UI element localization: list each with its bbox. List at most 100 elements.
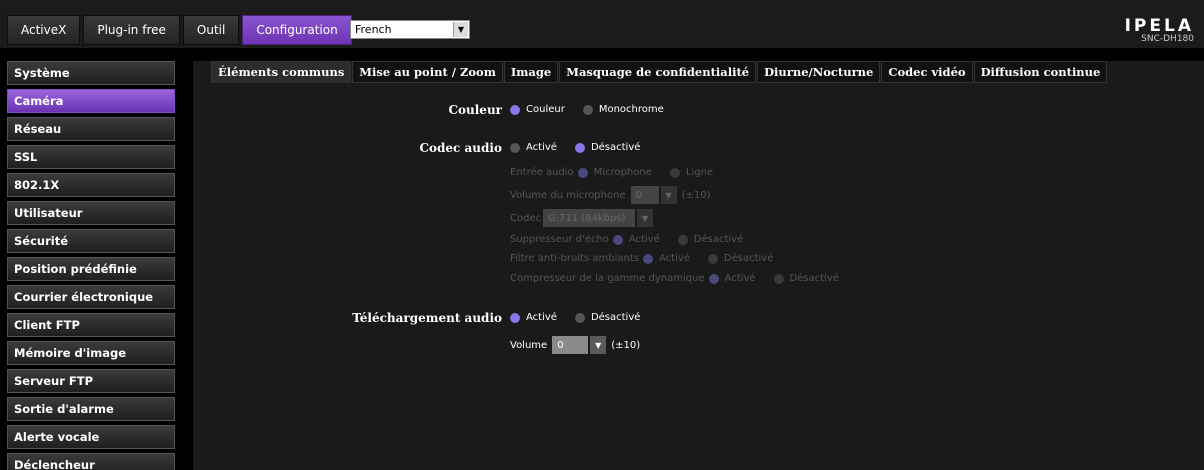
nav-plugin-free-button[interactable]: Plug-in free bbox=[83, 15, 180, 45]
filtre-desactive-label: Désactivé bbox=[723, 253, 774, 264]
radio-on-icon bbox=[577, 167, 588, 178]
codec-audio-active-label: Activé bbox=[526, 142, 557, 153]
compresseur-desactive-label: Désactivé bbox=[789, 273, 839, 284]
radio-off-icon bbox=[669, 167, 680, 178]
filtre-label: Filtre anti-bruits ambiants bbox=[510, 253, 639, 264]
tab-mise-au-point[interactable]: Mise au point / Zoom bbox=[352, 61, 503, 83]
language-select[interactable]: French ▼ bbox=[350, 20, 470, 39]
sidebar-item-systeme[interactable]: Système bbox=[7, 61, 175, 85]
volume-micro-row: Volume du microphone 0 ▼ (±10) bbox=[510, 186, 710, 204]
sidebar-item-ssl[interactable]: SSL bbox=[7, 145, 175, 169]
sidebar: Système Caméra Réseau SSL 802.1X Utilisa… bbox=[7, 61, 175, 470]
filtre-desactive-radio[interactable]: Désactivé bbox=[707, 253, 774, 264]
brand: IPELA SNC-DH180 bbox=[1125, 16, 1194, 44]
volume-micro-value: 0 bbox=[630, 186, 659, 204]
nav-configuration-button[interactable]: Configuration bbox=[242, 15, 352, 45]
radio-on-icon bbox=[612, 234, 623, 245]
volume-value: 0 bbox=[552, 336, 589, 354]
tab-image[interactable]: Image bbox=[503, 61, 559, 83]
compresseur-active-label: Activé bbox=[724, 273, 756, 284]
sidebar-item-position-predefinie[interactable]: Position prédéfinie bbox=[7, 257, 175, 281]
ligne-radio[interactable]: Ligne bbox=[669, 167, 714, 178]
sidebar-item-serveur-ftp[interactable]: Serveur FTP bbox=[7, 369, 175, 393]
language-value: French bbox=[355, 23, 392, 36]
top-nav: ActiveX Plug-in free Outil Configuration bbox=[7, 15, 355, 45]
sidebar-item-memoire-image[interactable]: Mémoire d'image bbox=[7, 341, 175, 365]
couleur-radio-label: Couleur bbox=[526, 104, 565, 115]
telechargement-active-label: Activé bbox=[526, 312, 557, 323]
chevron-down-icon[interactable]: ▼ bbox=[453, 22, 468, 37]
chevron-down-icon: ▼ bbox=[590, 336, 607, 354]
tab-bar: Éléments communs Mise au point / Zoom Im… bbox=[211, 61, 1108, 83]
filtre-active-radio[interactable]: Activé bbox=[642, 253, 690, 264]
filtre-row: Filtre anti-bruits ambiants Activé Désac… bbox=[510, 253, 791, 264]
monochrome-radio[interactable]: Monochrome bbox=[582, 104, 664, 115]
radio-off-icon bbox=[773, 273, 784, 284]
chevron-down-icon: ▼ bbox=[660, 186, 677, 204]
codec-value: G.711 (64kbps) bbox=[543, 209, 636, 227]
monochrome-radio-label: Monochrome bbox=[598, 104, 664, 115]
couleur-options: Couleur Monochrome bbox=[510, 104, 682, 115]
codec-audio-label: Codec audio bbox=[419, 141, 502, 155]
radio-on-icon bbox=[574, 142, 585, 153]
radio-off-icon bbox=[574, 312, 585, 323]
telechargement-active-radio[interactable]: Activé bbox=[510, 312, 557, 323]
sidebar-item-utilisateur[interactable]: Utilisateur bbox=[7, 201, 175, 225]
tab-masquage[interactable]: Masquage de confidentialité bbox=[559, 61, 757, 83]
sidebar-item-8021x[interactable]: 802.1X bbox=[7, 173, 175, 197]
volume-micro-select[interactable]: 0 ▼ bbox=[630, 186, 677, 204]
sidebar-item-camera[interactable]: Caméra bbox=[7, 89, 175, 113]
suppresseur-desactive-radio[interactable]: Désactivé bbox=[677, 234, 743, 245]
suppresseur-label: Suppresseur d'écho bbox=[510, 234, 609, 245]
top-bar: ActiveX Plug-in free Outil Configuration… bbox=[0, 0, 1204, 50]
radio-on-icon bbox=[708, 273, 719, 284]
suppresseur-active-radio[interactable]: Activé bbox=[612, 234, 660, 245]
sidebar-item-sortie-alarme[interactable]: Sortie d'alarme bbox=[7, 397, 175, 421]
codec-audio-active-radio[interactable]: Activé bbox=[510, 142, 557, 153]
entree-audio-label: Entrée audio bbox=[510, 167, 574, 178]
volume-range: (±10) bbox=[611, 339, 641, 351]
sidebar-item-securite[interactable]: Sécurité bbox=[7, 229, 175, 253]
microphone-label: Microphone bbox=[593, 167, 652, 178]
codec-label: Codec bbox=[510, 212, 542, 224]
nav-outil-button[interactable]: Outil bbox=[182, 15, 240, 45]
sidebar-item-alerte-vocale[interactable]: Alerte vocale bbox=[7, 425, 175, 449]
chevron-down-icon: ▼ bbox=[637, 209, 654, 227]
tab-codec-video[interactable]: Codec vidéo bbox=[881, 61, 973, 83]
radio-off-icon bbox=[677, 234, 688, 245]
main-content: Éléments communs Mise au point / Zoom Im… bbox=[193, 61, 1204, 470]
brand-logo: IPELA bbox=[1124, 16, 1194, 36]
radio-off-icon bbox=[707, 253, 718, 264]
compresseur-row: Compresseur de la gamme dynamique Activé… bbox=[510, 273, 857, 284]
radio-off-icon bbox=[510, 142, 520, 153]
sidebar-item-declencheur[interactable]: Déclencheur bbox=[7, 453, 175, 470]
compresseur-desactive-radio[interactable]: Désactivé bbox=[773, 273, 839, 284]
volume-label: Volume bbox=[510, 339, 548, 351]
ligne-label: Ligne bbox=[685, 167, 714, 178]
filtre-active-label: Activé bbox=[658, 253, 690, 264]
sidebar-item-reseau[interactable]: Réseau bbox=[7, 117, 175, 141]
volume-row: Volume 0 ▼ (±10) bbox=[510, 336, 640, 354]
radio-on-icon bbox=[510, 104, 520, 115]
volume-select[interactable]: 0 ▼ bbox=[552, 336, 607, 354]
microphone-radio[interactable]: Microphone bbox=[577, 167, 652, 178]
couleur-radio[interactable]: Couleur bbox=[510, 104, 565, 115]
codec-select[interactable]: G.711 (64kbps) ▼ bbox=[543, 209, 654, 227]
volume-micro-label: Volume du microphone bbox=[510, 189, 626, 201]
tab-diurne-nocturne[interactable]: Diurne/Nocturne bbox=[757, 61, 881, 83]
nav-activex-button[interactable]: ActiveX bbox=[7, 15, 81, 45]
sidebar-item-courrier[interactable]: Courrier électronique bbox=[7, 285, 175, 309]
telechargement-desactive-label: Désactivé bbox=[590, 312, 641, 323]
entree-audio-row: Entrée audio Microphone Ligne bbox=[510, 167, 731, 178]
tab-diffusion-continue[interactable]: Diffusion continue bbox=[973, 61, 1108, 83]
codec-audio-options: Activé Désactivé bbox=[510, 142, 658, 153]
telechargement-options: Activé Désactivé bbox=[510, 312, 658, 323]
couleur-label: Couleur bbox=[448, 103, 502, 117]
telechargement-desactive-radio[interactable]: Désactivé bbox=[574, 312, 641, 323]
suppresseur-active-label: Activé bbox=[628, 234, 660, 245]
radio-on-icon bbox=[510, 312, 520, 323]
tab-elements-communs[interactable]: Éléments communs bbox=[211, 61, 352, 83]
compresseur-active-radio[interactable]: Activé bbox=[708, 273, 756, 284]
sidebar-item-client-ftp[interactable]: Client FTP bbox=[7, 313, 175, 337]
codec-audio-desactive-radio[interactable]: Désactivé bbox=[574, 142, 640, 153]
